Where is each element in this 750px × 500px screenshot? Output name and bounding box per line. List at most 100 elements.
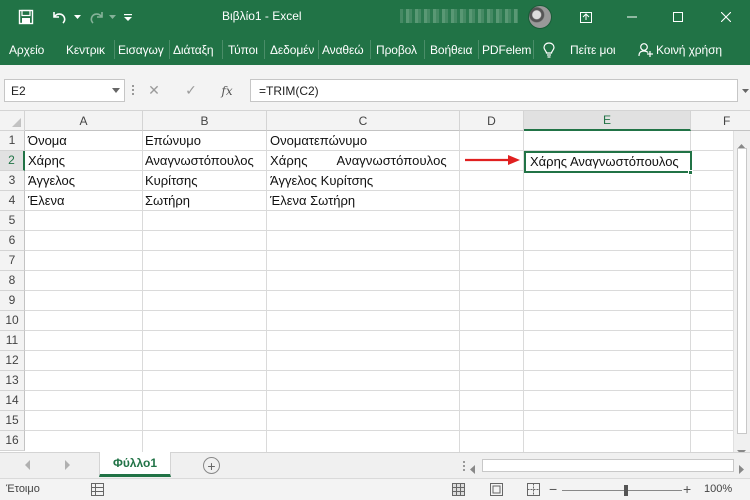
row-header[interactable]: 4 — [0, 191, 25, 211]
enter-icon[interactable]: ✓ — [180, 79, 202, 102]
scroll-right-icon[interactable] — [739, 461, 744, 479]
cell-b3[interactable]: Κυρίτσης — [145, 171, 198, 191]
horizontal-scroll-thumb[interactable] — [482, 459, 734, 472]
gridline — [25, 310, 733, 311]
zoom-slider-track[interactable] — [562, 490, 682, 491]
restore-icon[interactable] — [655, 0, 701, 34]
cell-a2[interactable]: Χάρης — [28, 151, 65, 171]
prev-sheet-icon[interactable] — [25, 460, 30, 470]
insert-function-icon[interactable]: fx — [216, 79, 238, 102]
add-sheet-icon[interactable]: + — [203, 457, 220, 474]
window-title: Βιβλίο1 - Excel — [222, 9, 302, 23]
cell-a4[interactable]: Έλενα — [28, 191, 65, 211]
ribbon-separator — [370, 40, 371, 59]
redo-dropdown-icon[interactable] — [106, 0, 118, 34]
fill-handle[interactable] — [688, 170, 693, 175]
row-header[interactable]: 7 — [0, 251, 25, 271]
zoom-level[interactable]: 100% — [704, 483, 732, 495]
expand-formula-bar-icon[interactable] — [740, 79, 750, 102]
tab-formulas[interactable]: Τύποι — [228, 43, 258, 57]
cell-b2[interactable]: Αναγνωστόπουλος — [145, 151, 254, 171]
tab-pdfelement[interactable]: PDFelem — [482, 43, 531, 57]
zoom-out-button[interactable]: − — [549, 481, 557, 497]
active-cell-e2[interactable]: Χάρης Αναγνωστόπουλος — [524, 151, 692, 173]
row-header[interactable]: 9 — [0, 291, 25, 311]
save-icon[interactable] — [8, 0, 44, 34]
avatar[interactable] — [528, 5, 552, 29]
status-mode: Έτοιμο — [6, 483, 40, 495]
share-button[interactable]: Κοινή χρήση — [656, 43, 722, 57]
formula-input[interactable]: =TRIM(C2) — [250, 79, 738, 102]
column-header-f[interactable]: F — [691, 111, 750, 131]
page-layout-view-icon[interactable] — [490, 483, 503, 499]
normal-view-icon[interactable] — [452, 483, 465, 499]
tab-file[interactable]: Αρχείο — [9, 43, 44, 57]
customize-qat-icon[interactable] — [121, 0, 135, 34]
scroll-left-icon[interactable] — [470, 461, 475, 479]
column-header-c[interactable]: C — [267, 111, 460, 131]
ribbon-separator — [424, 40, 425, 59]
row-header[interactable]: 12 — [0, 351, 25, 371]
tab-data[interactable]: Δεδομέν — [270, 43, 314, 57]
share-person-icon[interactable] — [638, 42, 653, 62]
cell-b1[interactable]: Επώνυμο — [145, 131, 201, 151]
tab-home[interactable]: Κεντρικ — [66, 43, 105, 57]
cell-c2[interactable]: Χάρης Αναγνωστόπουλος — [270, 151, 447, 171]
name-box[interactable]: E2 — [4, 79, 125, 102]
column-header-b[interactable]: B — [143, 111, 267, 131]
cell-b4[interactable]: Σωτήρη — [145, 191, 190, 211]
ribbon-separator — [318, 40, 319, 59]
zoom-slider-thumb[interactable] — [624, 485, 628, 496]
page-break-view-icon[interactable] — [527, 483, 540, 499]
chevron-down-icon[interactable] — [112, 88, 120, 93]
row-header[interactable]: 5 — [0, 211, 25, 231]
cell-c3[interactable]: Άγγελος Κυρίτσης — [270, 171, 373, 191]
status-bar: Έτοιμο − + 100% — [0, 478, 750, 500]
tab-view[interactable]: Προβολ — [376, 43, 417, 57]
row-header[interactable]: 14 — [0, 391, 25, 411]
undo-dropdown-icon[interactable] — [71, 0, 83, 34]
tab-review[interactable]: Αναθεώ — [322, 43, 364, 57]
next-sheet-icon[interactable] — [65, 460, 70, 470]
accessibility-icon[interactable] — [91, 483, 104, 499]
row-header[interactable]: 6 — [0, 231, 25, 251]
column-header-a[interactable]: A — [25, 111, 143, 131]
cell-c4[interactable]: Έλενα Σωτήρη — [270, 191, 355, 211]
lightbulb-icon[interactable] — [543, 42, 555, 63]
tab-page-layout[interactable]: Διάταξη — [173, 43, 214, 57]
row-header[interactable]: 15 — [0, 411, 25, 431]
ribbon-display-icon[interactable] — [563, 0, 609, 34]
undo-icon[interactable] — [46, 0, 72, 34]
tell-me-search[interactable]: Πείτε μοι — [570, 43, 616, 57]
drag-handle-icon[interactable] — [131, 83, 135, 97]
row-header[interactable]: 3 — [0, 171, 25, 191]
cell-e2[interactable]: Χάρης Αναγνωστόπουλος — [530, 152, 679, 172]
tab-insert[interactable]: Εισαγωγ — [118, 43, 164, 57]
formula-bar: E2 ✕ ✓ fx =TRIM(C2) — [0, 65, 750, 111]
row-header[interactable]: 10 — [0, 311, 25, 331]
row-header[interactable]: 1 — [0, 131, 25, 151]
row-header[interactable]: 11 — [0, 331, 25, 351]
gridline — [25, 410, 733, 411]
minimize-icon[interactable] — [609, 0, 655, 34]
vertical-scroll-thumb[interactable] — [737, 148, 747, 434]
row-header[interactable]: 8 — [0, 271, 25, 291]
cell-a1[interactable]: Όνομα — [28, 131, 67, 151]
cancel-icon[interactable]: ✕ — [143, 79, 165, 102]
close-icon[interactable] — [701, 0, 750, 34]
zoom-in-button[interactable]: + — [683, 481, 691, 497]
redo-icon[interactable] — [86, 0, 108, 34]
tab-help[interactable]: Βοήθεια — [430, 43, 472, 57]
column-header-d[interactable]: D — [460, 111, 524, 131]
ribbon-separator — [264, 40, 265, 59]
column-header-e[interactable]: E — [524, 111, 691, 131]
row-header[interactable]: 16 — [0, 431, 25, 451]
drag-handle-icon[interactable] — [462, 459, 466, 473]
cell-c1[interactable]: Ονοματεπώνυμο — [270, 131, 367, 151]
row-header[interactable]: 2 — [0, 151, 25, 171]
sheet-tab-active[interactable]: Φύλλο1 — [99, 452, 171, 477]
select-all-corner[interactable] — [0, 111, 25, 131]
cell-a3[interactable]: Άγγελος — [28, 171, 75, 191]
gridline — [25, 270, 733, 271]
row-header[interactable]: 13 — [0, 371, 25, 391]
